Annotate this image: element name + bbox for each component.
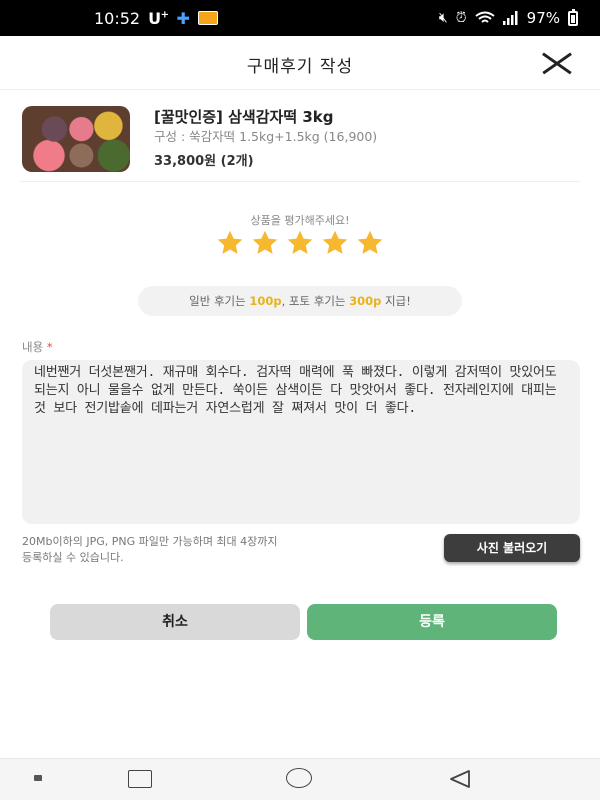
required-mark: * — [46, 340, 53, 354]
star-icon[interactable] — [356, 229, 384, 257]
product-option: 구성 : 쑥감자떡 1.5kg+1.5kg (16,900) — [154, 129, 378, 144]
mute-icon: 🔇︎ — [438, 10, 448, 26]
system-nav-bar — [0, 758, 600, 800]
star-icon[interactable] — [321, 229, 349, 257]
upload-note: 20Mb이하의 JPG, PNG 파일만 가능하며 최대 4장까지 등록하실 수… — [22, 535, 278, 564]
product-thumbnail — [22, 106, 130, 172]
notification-shop-icon — [197, 11, 218, 25]
rating-prompt: 상품을 평가해주세요! — [250, 214, 350, 227]
star-icon[interactable] — [216, 229, 244, 257]
wifi-icon — [475, 11, 495, 23]
star-icon[interactable] — [286, 229, 314, 257]
signal-icon — [502, 11, 518, 25]
nav-menu-icon[interactable] — [34, 775, 42, 781]
notification-app-icon: ✚ — [176, 8, 190, 28]
header: 구매후기 작성 — [0, 36, 600, 90]
product-price: 33,800원 (2개) — [154, 154, 254, 169]
cancel-button[interactable]: 취소 — [50, 604, 300, 640]
recent-apps-icon[interactable] — [128, 770, 152, 788]
points-photo: 300p — [349, 294, 382, 308]
star-rating[interactable] — [0, 229, 600, 257]
back-icon[interactable] — [448, 769, 472, 789]
product-summary: [꿀맛인증] 삼색감자떡 3kg 구성 : 쑥감자떡 1.5kg+1.5kg (… — [20, 104, 580, 182]
submit-button[interactable]: 등록 — [307, 604, 557, 640]
status-time: 10:52 — [94, 8, 141, 28]
close-icon[interactable] — [542, 50, 572, 76]
home-icon[interactable] — [286, 768, 312, 788]
points-notice: 일반 후기는 100p, 포토 후기는 300p 지급! — [138, 286, 462, 316]
points-normal: 100p — [249, 294, 282, 308]
status-bar: 10:52 U+ ✚ 🔇︎ ⏰︎ 97% — [0, 0, 600, 36]
battery-icon — [568, 8, 578, 26]
page-title: 구매후기 작성 — [246, 57, 354, 77]
carrier-label: U+ — [148, 8, 169, 28]
product-name: [꿀맛인증] 삼색감자떡 3kg — [154, 108, 334, 126]
battery-percent: 97% — [526, 9, 560, 27]
alarm-icon: ⏰︎ — [455, 10, 467, 26]
star-icon[interactable] — [251, 229, 279, 257]
review-textarea[interactable]: 네번짼거 더섯본짼거. 재규매 회수다. 검자떡 매력에 푹 빠졌다. 이렇게 … — [22, 360, 580, 524]
load-photo-button[interactable]: 사진 불러오기 — [444, 534, 580, 562]
content-label: 내용 * — [22, 340, 53, 354]
